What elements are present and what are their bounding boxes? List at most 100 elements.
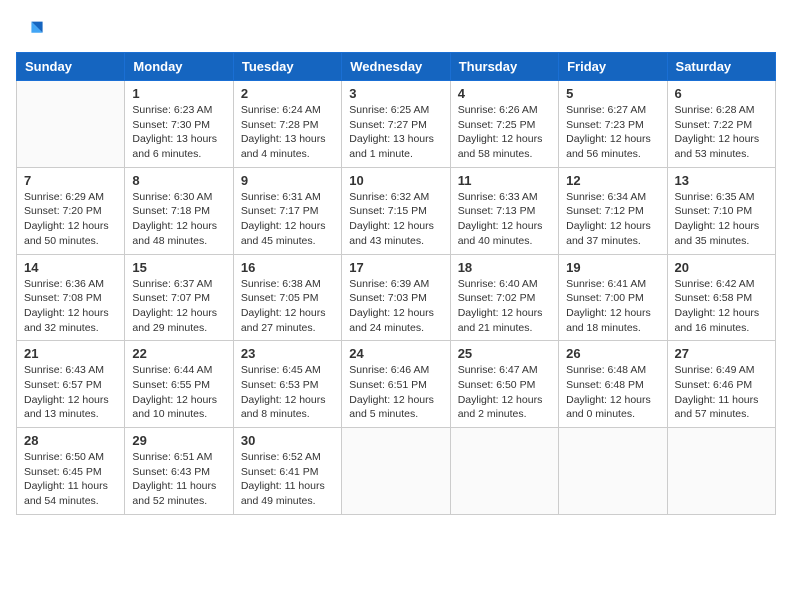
cell-info: Sunrise: 6:24 AM Sunset: 7:28 PM Dayligh… <box>241 103 334 162</box>
cell-info: Sunrise: 6:50 AM Sunset: 6:45 PM Dayligh… <box>24 450 117 509</box>
day-number: 30 <box>241 433 334 448</box>
day-number: 8 <box>132 173 225 188</box>
cell-info: Sunrise: 6:26 AM Sunset: 7:25 PM Dayligh… <box>458 103 551 162</box>
calendar-cell: 1 Sunrise: 6:23 AM Sunset: 7:30 PM Daylig… <box>125 81 233 168</box>
cell-info: Sunrise: 6:41 AM Sunset: 7:00 PM Dayligh… <box>566 277 659 336</box>
day-number: 17 <box>349 260 442 275</box>
day-number: 2 <box>241 86 334 101</box>
cell-info: Sunrise: 6:51 AM Sunset: 6:43 PM Dayligh… <box>132 450 225 509</box>
cell-info: Sunrise: 6:44 AM Sunset: 6:55 PM Dayligh… <box>132 363 225 422</box>
cell-info: Sunrise: 6:42 AM Sunset: 6:58 PM Dayligh… <box>675 277 768 336</box>
calendar-cell <box>17 81 125 168</box>
day-number: 1 <box>132 86 225 101</box>
weekday-header-wednesday: Wednesday <box>342 53 450 81</box>
day-number: 27 <box>675 346 768 361</box>
day-number: 3 <box>349 86 442 101</box>
cell-info: Sunrise: 6:46 AM Sunset: 6:51 PM Dayligh… <box>349 363 442 422</box>
cell-info: Sunrise: 6:48 AM Sunset: 6:48 PM Dayligh… <box>566 363 659 422</box>
cell-info: Sunrise: 6:47 AM Sunset: 6:50 PM Dayligh… <box>458 363 551 422</box>
cell-info: Sunrise: 6:37 AM Sunset: 7:07 PM Dayligh… <box>132 277 225 336</box>
day-number: 5 <box>566 86 659 101</box>
calendar-cell <box>450 428 558 515</box>
calendar-week-row: 1 Sunrise: 6:23 AM Sunset: 7:30 PM Daylig… <box>17 81 776 168</box>
calendar-cell: 3 Sunrise: 6:25 AM Sunset: 7:27 PM Daylig… <box>342 81 450 168</box>
page-header <box>16 16 776 44</box>
logo-icon <box>16 16 44 44</box>
day-number: 13 <box>675 173 768 188</box>
calendar-table: SundayMondayTuesdayWednesdayThursdayFrid… <box>16 52 776 515</box>
calendar-cell <box>559 428 667 515</box>
calendar-cell: 18 Sunrise: 6:40 AM Sunset: 7:02 PM Dayli… <box>450 254 558 341</box>
calendar-cell: 6 Sunrise: 6:28 AM Sunset: 7:22 PM Daylig… <box>667 81 775 168</box>
calendar-cell: 4 Sunrise: 6:26 AM Sunset: 7:25 PM Daylig… <box>450 81 558 168</box>
cell-info: Sunrise: 6:33 AM Sunset: 7:13 PM Dayligh… <box>458 190 551 249</box>
calendar-cell: 22Sunrise: 6:44 AM Sunset: 6:55 PM Dayli… <box>125 341 233 428</box>
cell-info: Sunrise: 6:39 AM Sunset: 7:03 PM Dayligh… <box>349 277 442 336</box>
day-number: 18 <box>458 260 551 275</box>
cell-info: Sunrise: 6:35 AM Sunset: 7:10 PM Dayligh… <box>675 190 768 249</box>
cell-info: Sunrise: 6:49 AM Sunset: 6:46 PM Dayligh… <box>675 363 768 422</box>
cell-info: Sunrise: 6:30 AM Sunset: 7:18 PM Dayligh… <box>132 190 225 249</box>
calendar-week-row: 14Sunrise: 6:36 AM Sunset: 7:08 PM Dayli… <box>17 254 776 341</box>
cell-info: Sunrise: 6:45 AM Sunset: 6:53 PM Dayligh… <box>241 363 334 422</box>
cell-info: Sunrise: 6:43 AM Sunset: 6:57 PM Dayligh… <box>24 363 117 422</box>
calendar-cell: 7 Sunrise: 6:29 AM Sunset: 7:20 PM Daylig… <box>17 167 125 254</box>
day-number: 26 <box>566 346 659 361</box>
day-number: 20 <box>675 260 768 275</box>
day-number: 6 <box>675 86 768 101</box>
day-number: 10 <box>349 173 442 188</box>
calendar-cell: 20 Sunrise: 6:42 AM Sunset: 6:58 PM Dayli… <box>667 254 775 341</box>
cell-info: Sunrise: 6:32 AM Sunset: 7:15 PM Dayligh… <box>349 190 442 249</box>
calendar-cell: 24Sunrise: 6:46 AM Sunset: 6:51 PM Dayli… <box>342 341 450 428</box>
cell-info: Sunrise: 6:34 AM Sunset: 7:12 PM Dayligh… <box>566 190 659 249</box>
weekday-header-thursday: Thursday <box>450 53 558 81</box>
day-number: 9 <box>241 173 334 188</box>
calendar-cell: 2 Sunrise: 6:24 AM Sunset: 7:28 PM Daylig… <box>233 81 341 168</box>
calendar-week-row: 21 Sunrise: 6:43 AM Sunset: 6:57 PM Dayli… <box>17 341 776 428</box>
calendar-header-row: SundayMondayTuesdayWednesdayThursdayFrid… <box>17 53 776 81</box>
cell-info: Sunrise: 6:52 AM Sunset: 6:41 PM Dayligh… <box>241 450 334 509</box>
weekday-header-monday: Monday <box>125 53 233 81</box>
day-number: 29 <box>132 433 225 448</box>
calendar-cell: 5 Sunrise: 6:27 AM Sunset: 7:23 PM Daylig… <box>559 81 667 168</box>
calendar-cell: 12 Sunrise: 6:34 AM Sunset: 7:12 PM Dayli… <box>559 167 667 254</box>
calendar-cell: 19 Sunrise: 6:41 AM Sunset: 7:00 PM Dayli… <box>559 254 667 341</box>
calendar-cell: 10 Sunrise: 6:32 AM Sunset: 7:15 PM Dayli… <box>342 167 450 254</box>
day-number: 15 <box>132 260 225 275</box>
calendar-cell: 23 Sunrise: 6:45 AM Sunset: 6:53 PM Dayli… <box>233 341 341 428</box>
cell-info: Sunrise: 6:40 AM Sunset: 7:02 PM Dayligh… <box>458 277 551 336</box>
cell-info: Sunrise: 6:29 AM Sunset: 7:20 PM Dayligh… <box>24 190 117 249</box>
cell-info: Sunrise: 6:31 AM Sunset: 7:17 PM Dayligh… <box>241 190 334 249</box>
weekday-header-tuesday: Tuesday <box>233 53 341 81</box>
calendar-cell: 9 Sunrise: 6:31 AM Sunset: 7:17 PM Daylig… <box>233 167 341 254</box>
calendar-cell: 14Sunrise: 6:36 AM Sunset: 7:08 PM Dayli… <box>17 254 125 341</box>
day-number: 4 <box>458 86 551 101</box>
calendar-cell: 17 Sunrise: 6:39 AM Sunset: 7:03 PM Dayli… <box>342 254 450 341</box>
calendar-cell: 11Sunrise: 6:33 AM Sunset: 7:13 PM Dayli… <box>450 167 558 254</box>
day-number: 28 <box>24 433 117 448</box>
day-number: 25 <box>458 346 551 361</box>
cell-info: Sunrise: 6:25 AM Sunset: 7:27 PM Dayligh… <box>349 103 442 162</box>
day-number: 7 <box>24 173 117 188</box>
day-number: 19 <box>566 260 659 275</box>
calendar-cell: 28 Sunrise: 6:50 AM Sunset: 6:45 PM Dayli… <box>17 428 125 515</box>
day-number: 21 <box>24 346 117 361</box>
calendar-week-row: 28 Sunrise: 6:50 AM Sunset: 6:45 PM Dayli… <box>17 428 776 515</box>
calendar-cell: 8 Sunrise: 6:30 AM Sunset: 7:18 PM Daylig… <box>125 167 233 254</box>
weekday-header-sunday: Sunday <box>17 53 125 81</box>
day-number: 14 <box>24 260 117 275</box>
day-number: 12 <box>566 173 659 188</box>
calendar-cell: 27 Sunrise: 6:49 AM Sunset: 6:46 PM Dayli… <box>667 341 775 428</box>
calendar-cell: 13 Sunrise: 6:35 AM Sunset: 7:10 PM Dayli… <box>667 167 775 254</box>
calendar-cell: 21 Sunrise: 6:43 AM Sunset: 6:57 PM Dayli… <box>17 341 125 428</box>
calendar-cell: 16 Sunrise: 6:38 AM Sunset: 7:05 PM Dayli… <box>233 254 341 341</box>
cell-info: Sunrise: 6:23 AM Sunset: 7:30 PM Dayligh… <box>132 103 225 162</box>
day-number: 23 <box>241 346 334 361</box>
calendar-week-row: 7 Sunrise: 6:29 AM Sunset: 7:20 PM Daylig… <box>17 167 776 254</box>
cell-info: Sunrise: 6:38 AM Sunset: 7:05 PM Dayligh… <box>241 277 334 336</box>
cell-info: Sunrise: 6:27 AM Sunset: 7:23 PM Dayligh… <box>566 103 659 162</box>
day-number: 16 <box>241 260 334 275</box>
cell-info: Sunrise: 6:28 AM Sunset: 7:22 PM Dayligh… <box>675 103 768 162</box>
logo <box>16 16 48 44</box>
calendar-cell: 30 Sunrise: 6:52 AM Sunset: 6:41 PM Dayli… <box>233 428 341 515</box>
